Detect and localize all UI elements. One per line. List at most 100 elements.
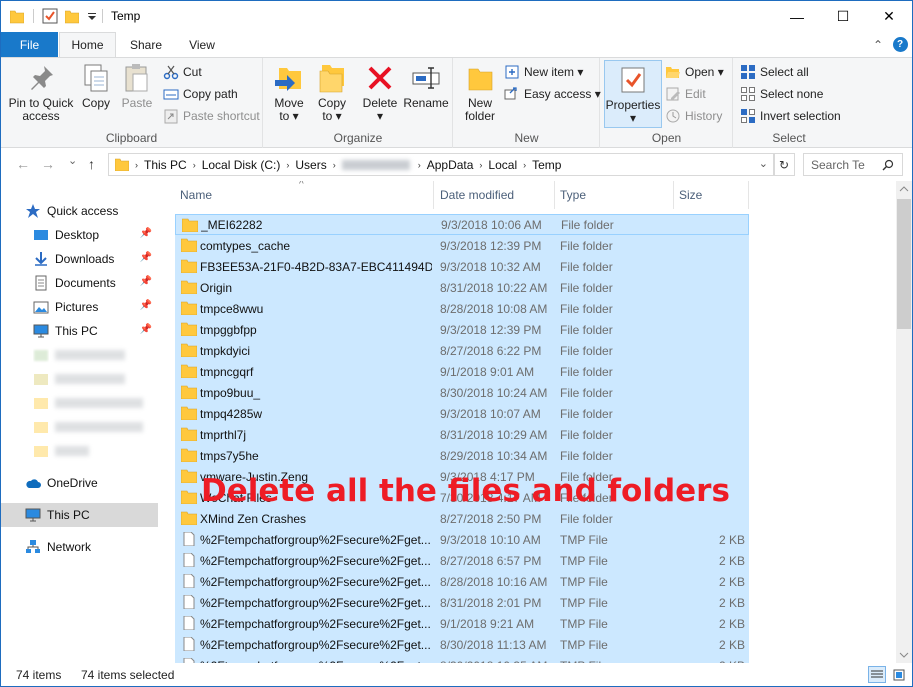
file-row[interactable]: %2Ftempchatforgroup%2Fsecure%2Fget... 8/3… [175,634,749,655]
file-row[interactable]: tmpo9buu_ 8/30/2018 10:24 AM File folder [175,382,749,403]
breadcrumb-user-redacted[interactable] [341,159,410,170]
breadcrumb-this-pc[interactable]: This PC [144,158,187,172]
file-row[interactable]: FB3EE53A-21F0-4B2D-83A7-EBC411494D29 9/3/… [175,256,749,277]
breadcrumb-appdata[interactable]: AppData [427,158,474,172]
history-button[interactable]: History [665,107,722,125]
nav-redacted-item[interactable] [1,439,158,463]
open-button[interactable]: Open ▾ [665,63,724,81]
collapse-ribbon-icon[interactable]: ⌃ [869,32,887,57]
back-arrow-icon[interactable]: ← [16,156,30,172]
paste-shortcut-button[interactable]: Paste shortcut [163,107,260,125]
file-row[interactable]: %2Ftempchatforgroup%2Fsecure%2Fget... 8/3… [175,592,749,613]
select-all-button[interactable]: Select all [740,63,809,81]
blurred-folder-icon [34,398,48,409]
copy-path-button[interactable]: Copy path [163,85,238,103]
nav-this-pc-pinned[interactable]: This PC 📌 [1,319,158,343]
invert-selection-button[interactable]: Invert selection [740,107,841,125]
tab-home[interactable]: Home [59,32,116,57]
nav-redacted-item[interactable] [1,391,158,415]
tab-share[interactable]: Share [121,32,171,57]
file-row[interactable]: tmpkdyici 8/27/2018 6:22 PM File folder [175,340,749,361]
maximize-button[interactable]: ☐ [820,1,866,32]
scroll-down-icon[interactable] [896,647,912,663]
recent-locations-icon[interactable]: ⌄ [68,154,77,167]
details-view-button[interactable] [868,666,886,683]
rename-button[interactable]: Rename [403,62,449,110]
nav-documents[interactable]: Documents 📌 [1,271,158,295]
file-row[interactable]: tmpncgqrf 9/1/2018 9:01 AM File folder [175,361,749,382]
breadcrumb-users[interactable]: Users [295,158,326,172]
copy-to-button[interactable]: Copy to ▾ [312,62,352,123]
nav-redacted-item[interactable] [1,415,158,439]
copy-to-icon [319,65,344,93]
cut-button[interactable]: Cut [163,63,202,81]
new-folder-qat-icon[interactable] [65,8,79,24]
properties-button[interactable]: Properties ▾ [604,60,662,128]
file-row[interactable]: tmpce8wwu 8/28/2018 10:08 AM File folder [175,298,749,319]
nav-pictures[interactable]: Pictures 📌 [1,295,158,319]
column-type[interactable]: Type [555,181,674,209]
easy-access-button[interactable]: Easy access ▾ [504,85,601,103]
edit-button[interactable]: Edit [665,85,706,103]
column-size[interactable]: Size [674,181,749,209]
new-folder-button[interactable]: New folder [460,62,500,123]
nav-quick-access[interactable]: Quick access [1,199,158,223]
scroll-up-icon[interactable] [896,181,912,197]
copy-button[interactable]: Copy [77,62,115,110]
file-row[interactable]: %2Ftempchatforgroup%2Fsecure%2Fget... 8/2… [175,571,749,592]
nav-onedrive[interactable]: OneDrive [1,471,158,495]
select-none-button[interactable]: Select none [740,85,823,103]
refresh-button[interactable]: ↻ [773,153,795,176]
address-bar[interactable]: › This PC › Local Disk (C:) › Users › › … [108,153,775,176]
file-row[interactable]: %2Ftempchatforgroup%2Fsecure%2Fget... 9/3… [175,529,749,550]
file-row[interactable]: tmpggbfpp 9/3/2018 12:39 PM File folder [175,319,749,340]
nav-downloads[interactable]: Downloads 📌 [1,247,158,271]
help-button[interactable]: ? [891,32,909,57]
file-row[interactable]: Origin 8/31/2018 10:22 AM File folder [175,277,749,298]
column-name[interactable]: Name [175,181,434,209]
breadcrumb-local[interactable]: Local [488,158,517,172]
nav-desktop[interactable]: Desktop 📌 [1,223,158,247]
file-row[interactable]: _MEI62282 9/3/2018 10:06 AM File folder [175,214,749,235]
nav-redacted-item[interactable] [1,367,158,391]
nav-this-pc[interactable]: This PC [1,503,158,527]
move-to-button[interactable]: Move to ▾ [269,62,309,123]
delete-button[interactable]: Delete ▾ [360,62,400,123]
tab-file[interactable]: File [1,32,58,57]
new-item-button[interactable]: New item ▾ [504,63,583,81]
pin-to-quick-access-button[interactable]: Pin to Quick access [5,62,77,123]
up-arrow-icon[interactable]: ↑ [88,156,95,172]
file-row[interactable]: comtypes_cache 9/3/2018 12:39 PM File fold… [175,235,749,256]
nav-network[interactable]: Network [1,535,158,559]
properties-qat-icon[interactable] [42,8,58,24]
file-row[interactable]: tmprthl7j 8/31/2018 10:29 AM File folder [175,424,749,445]
file-row[interactable]: %2Ftempchatforgroup%2Fsecure%2Fget... 8/2… [175,550,749,571]
large-icons-view-icon [893,669,905,680]
scrollbar-thumb[interactable] [897,199,911,329]
close-button[interactable]: ✕ [866,1,912,32]
paste-button[interactable]: Paste [117,62,157,110]
breadcrumb-local-disk[interactable]: Local Disk (C:) [202,158,281,172]
address-dropdown-icon[interactable]: ⌄ [759,157,768,170]
file-row[interactable]: tmpq4285w 9/3/2018 10:07 AM File folder [175,403,749,424]
file-row[interactable]: %2Ftempchatforgroup%2Fsecure%2Fget... 8/3… [175,655,749,663]
file-row[interactable]: tmps7y5he 8/29/2018 10:34 AM File folder [175,445,749,466]
breadcrumb-temp[interactable]: Temp [532,158,561,172]
file-row[interactable]: XMind Zen Crashes 8/27/2018 2:50 PM File f… [175,508,749,529]
vertical-scrollbar[interactable] [896,181,912,663]
tab-view[interactable]: View [177,32,227,57]
forward-arrow-icon[interactable]: → [41,156,55,172]
navigation-pane: Quick access Desktop 📌 Downloads 📌 Documen… [1,181,161,663]
file-row[interactable]: %2Ftempchatforgroup%2Fsecure%2Fget... 9/1… [175,613,749,634]
search-input[interactable]: Search Te [803,153,903,176]
selected-count: 74 items selected [81,668,175,682]
file-name: %2Ftempchatforgroup%2Fsecure%2Fget... [200,595,431,610]
large-icons-view-button[interactable] [890,666,908,683]
file-list: ^ Name Date modified Type Size _MEI62282… [163,181,896,663]
minimize-button[interactable]: — [774,1,820,32]
nav-redacted-item[interactable] [1,343,158,367]
column-date-modified[interactable]: Date modified [435,181,555,209]
file-name: tmpce8wwu [200,301,264,316]
customize-qat-icon[interactable] [87,11,97,21]
help-icon: ? [892,37,908,52]
